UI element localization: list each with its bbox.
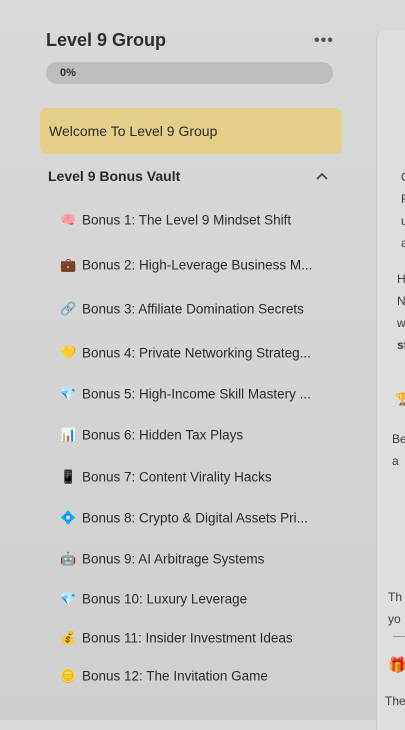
lesson-label: Bonus 6: Hidden Tax Plays [82, 427, 244, 443]
money-bag-icon: 💰 [60, 629, 77, 645]
content-fragment: Be [392, 432, 405, 446]
trophy-icon: 🏆 [395, 392, 405, 406]
course-title: Level 9 Group [46, 30, 167, 50]
section-title: Level 9 Bonus Vault [48, 168, 181, 184]
lesson-label: Bonus 4: Private Networking Strateg... [82, 345, 311, 361]
lesson-label: Bonus 8: Crypto & Digital Assets Pri... [82, 510, 308, 526]
heart-icon: 💛 [60, 344, 77, 360]
content-fragment: a [392, 454, 399, 468]
lesson-item-10[interactable]: 💎 Bonus 10: Luxury Leverage [60, 590, 335, 612]
content-fragment: Th [388, 590, 403, 604]
gem-icon: 💎 [60, 590, 77, 606]
lesson-item-6[interactable]: 📊 Bonus 6: Hidden Tax Plays [60, 426, 335, 448]
content-fragment: N [397, 294, 405, 308]
lesson-welcome[interactable]: Welcome To Level 9 Group [40, 108, 342, 154]
diamond-icon: 💠 [60, 509, 77, 525]
lesson-item-3[interactable]: 🔗 Bonus 3: Affiliate Domination Secrets [60, 300, 335, 322]
content-fragment: C [401, 170, 405, 184]
more-horizontal-icon[interactable]: ••• [314, 32, 334, 50]
section-header-bonus-vault[interactable]: Level 9 Bonus Vault [48, 168, 332, 188]
content-fragment: st [397, 338, 405, 352]
content-fragment: H [397, 272, 405, 286]
content-fragment: w [397, 316, 405, 330]
briefcase-icon: 💼 [60, 256, 77, 272]
lesson-label: Bonus 3: Affiliate Domination Secrets [82, 301, 304, 317]
gift-icon: 🎁 [388, 657, 405, 674]
content-fragment: The [385, 694, 405, 708]
lesson-item-2[interactable]: 💼 Bonus 2: High-Leverage Business M... [60, 256, 335, 278]
lesson-item-11[interactable]: 💰 Bonus 11: Insider Investment Ideas [60, 629, 335, 651]
lesson-item-8[interactable]: 💠 Bonus 8: Crypto & Digital Assets Pri... [60, 509, 335, 531]
content-fragment: a [401, 236, 405, 250]
brain-icon: 🧠 [60, 211, 77, 227]
robot-icon: 🤖 [60, 550, 77, 566]
gem-icon: 💎 [60, 385, 77, 401]
divider [393, 636, 405, 637]
content-fragment: yo [388, 612, 401, 626]
lesson-item-5[interactable]: 💎 Bonus 5: High-Income Skill Mastery ... [60, 385, 335, 407]
lesson-label: Bonus 7: Content Virality Hacks [82, 469, 272, 485]
progress-label: 0% [60, 67, 76, 79]
lesson-item-12[interactable]: 🪙 Bonus 12: The Invitation Game [60, 667, 335, 689]
course-sidebar: Level 9 Group ••• 0% Welcome To Level 9 … [0, 0, 362, 720]
lesson-item-9[interactable]: 🤖 Bonus 9: AI Arbitrage Systems [60, 550, 335, 572]
lesson-label: Bonus 2: High-Leverage Business M... [82, 257, 313, 273]
content-fragment: F [401, 192, 405, 206]
lesson-label: Bonus 12: The Invitation Game [82, 668, 268, 684]
lesson-welcome-label: Welcome To Level 9 Group [49, 123, 218, 139]
content-fragment: u [401, 214, 405, 228]
lesson-label: Bonus 9: AI Arbitrage Systems [82, 551, 265, 567]
lesson-item-4[interactable]: 💛 Bonus 4: Private Networking Strateg... [60, 344, 335, 366]
lesson-item-1[interactable]: 🧠 Bonus 1: The Level 9 Mindset Shift [60, 211, 335, 233]
lesson-item-7[interactable]: 📱 Bonus 7: Content Virality Hacks [60, 468, 335, 490]
chevron-up-icon[interactable] [316, 172, 328, 180]
lesson-label: Bonus 5: High-Income Skill Mastery ... [82, 386, 311, 402]
progress-bar: 0% [46, 62, 333, 84]
link-icon: 🔗 [60, 300, 77, 316]
lesson-label: Bonus 10: Luxury Leverage [82, 591, 248, 607]
chart-icon: 📊 [60, 426, 77, 442]
lesson-label: Bonus 1: The Level 9 Mindset Shift [82, 212, 292, 228]
lesson-label: Bonus 11: Insider Investment Ideas [82, 630, 293, 646]
phone-icon: 📱 [60, 468, 77, 484]
coin-icon: 🪙 [60, 667, 77, 683]
